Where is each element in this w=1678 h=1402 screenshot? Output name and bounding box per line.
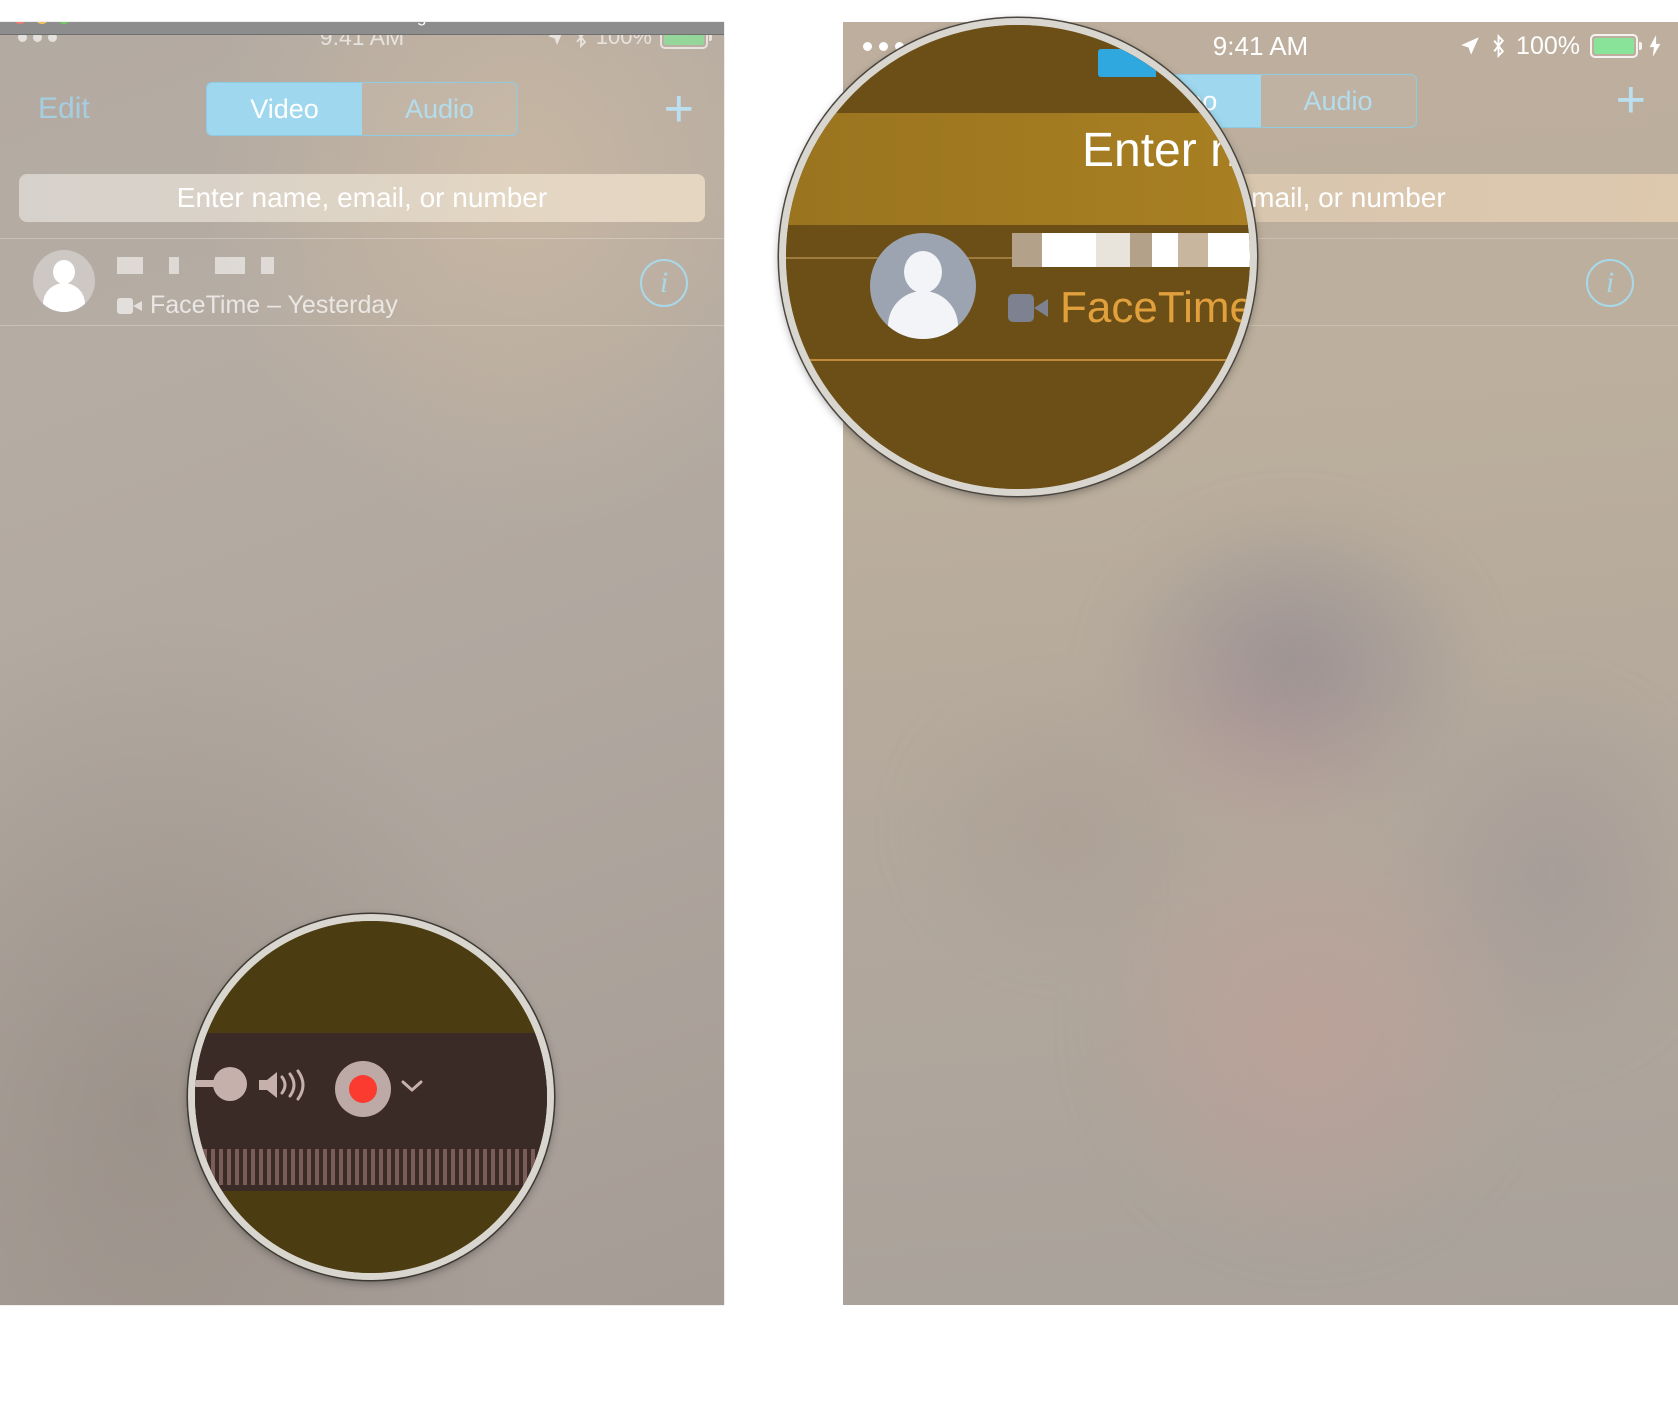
contact-info-button[interactable]: i: [640, 259, 688, 307]
add-contact-button[interactable]: +: [664, 83, 694, 135]
bluetooth-icon: [1493, 34, 1505, 58]
row-divider: [786, 359, 1250, 361]
tab-audio[interactable]: Audio: [1260, 75, 1416, 127]
search-input[interactable]: Enter name, email, or number: [19, 174, 705, 222]
tab-audio[interactable]: Audio: [362, 83, 517, 135]
add-contact-button[interactable]: +: [1616, 74, 1646, 126]
lightning-bolt-icon: [1649, 35, 1661, 57]
chevron-down-icon[interactable]: [401, 1079, 423, 1093]
status-bar-right-cluster: 100%: [1459, 32, 1662, 61]
magnifier-recording-controls: [188, 914, 554, 1280]
contact-name-redacted: [117, 257, 274, 274]
location-arrow-icon: [1461, 37, 1479, 55]
window-titlebar[interactable]: Movie Recording: [0, 22, 724, 35]
battery-icon: [1590, 34, 1642, 58]
speaker-waves-icon: [259, 1069, 305, 1101]
magnifier-controls-content: [195, 921, 547, 1273]
search-placeholder: Enter name, email, or number: [176, 182, 548, 213]
avatar: [870, 233, 976, 339]
video-audio-segmented-control[interactable]: Video Audio: [206, 82, 518, 136]
segmented-control-edge: [1098, 49, 1156, 77]
contact-subtitle: FaceTime – Yest: [1008, 283, 1254, 333]
magnified-search-placeholder: Enter na: [1082, 124, 1257, 177]
window-title: Movie Recording: [0, 22, 724, 27]
contact-subtitle: FaceTime – Yesterday: [117, 291, 398, 320]
edit-button[interactable]: Edit: [38, 92, 90, 126]
blurred-person-preview: [913, 422, 1673, 1305]
contact-list-item[interactable]: FaceTime – Yesterday i: [0, 238, 724, 326]
record-button-indicator: [349, 1075, 377, 1103]
contact-subtitle-label: FaceTime – Yest: [1060, 283, 1254, 332]
magnifier-contact-row: Enter na FaceTime – Yest: [779, 18, 1257, 496]
video-camera-icon: [1008, 294, 1048, 322]
volume-slider-knob[interactable]: [213, 1067, 247, 1101]
tab-video[interactable]: Video: [207, 83, 362, 135]
battery-percent-label: 100%: [1516, 31, 1580, 60]
contact-info-button[interactable]: i: [1586, 259, 1634, 307]
contact-name-redacted: [1012, 233, 1250, 267]
avatar: [33, 250, 95, 312]
video-camera-icon: [117, 297, 142, 314]
contact-subtitle-label: FaceTime – Yesterday: [150, 291, 398, 319]
audio-level-meter: [195, 1149, 547, 1185]
magnifier-contact-content: Enter na FaceTime – Yest: [786, 25, 1250, 489]
facetime-nav-bar: Edit Video Audio +: [0, 74, 724, 144]
